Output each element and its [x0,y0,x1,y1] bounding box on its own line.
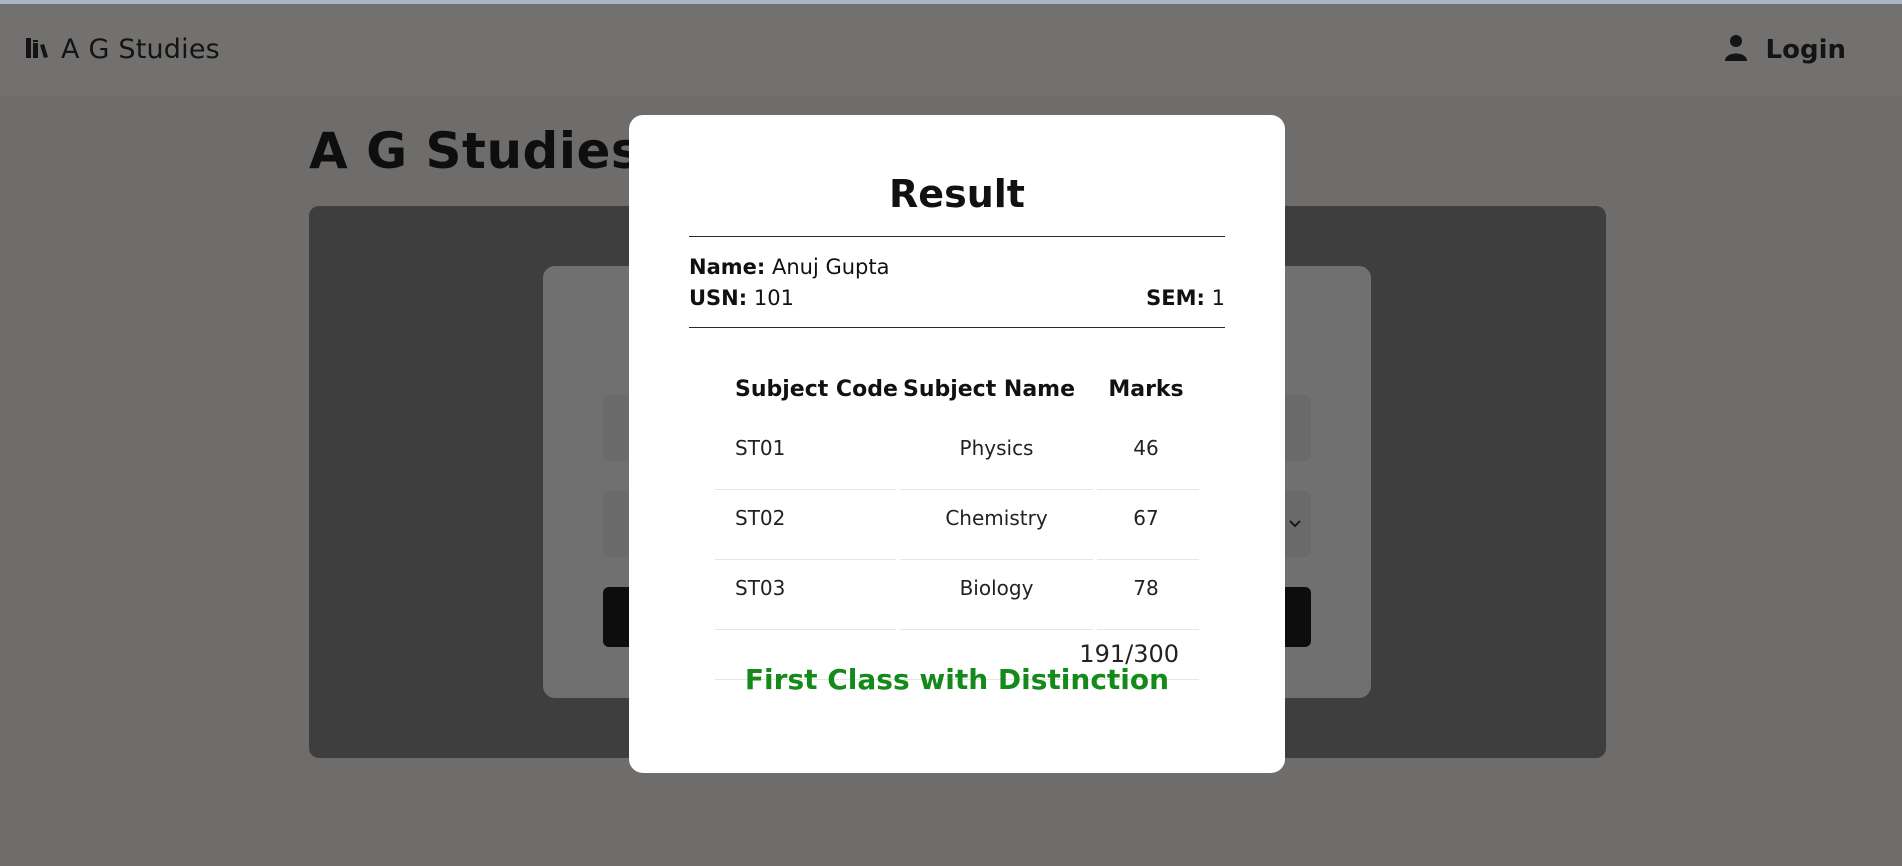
brand-text: A G Studies [61,34,220,65]
table-header: Subject Code Subject Name Marks [715,360,1199,420]
subject-name: Physics [959,436,1034,460]
subject-marks: 46 [1133,436,1159,460]
name-label: Name: [689,255,766,279]
name-value: Anuj Gupta [771,255,890,279]
student-sem: SEM: 1 [1146,286,1225,310]
table-row: ST01 Physics 46 [715,420,1199,490]
books-icon [25,36,49,64]
subject-marks: 78 [1133,576,1159,600]
student-name: Name: Anuj Gupta [689,255,889,279]
chevron-down-icon [1289,515,1301,528]
sem-label: SEM: [1146,286,1205,310]
navbar: A G Studies Login [0,4,1902,96]
divider [689,327,1225,328]
result-modal: Result Name: Anuj Gupta USN: 101 SEM: 1 … [629,115,1285,773]
student-usn: USN: 101 [689,286,794,310]
brand-link[interactable]: A G Studies [25,34,220,65]
subject-name: Chemistry [945,506,1048,530]
header-marks: Marks [1108,377,1184,402]
modal-title: Result [889,172,1025,216]
result-table: Subject Code Subject Name Marks ST01 Phy… [715,360,1199,680]
usn-value: 101 [753,286,794,310]
login-label: Login [1765,35,1846,65]
login-button[interactable]: Login [1724,34,1846,66]
subject-code: ST01 [735,436,786,460]
result-verdict: First Class with Distinction [744,663,1170,696]
subject-code: ST03 [735,576,786,600]
usn-label: USN: [689,286,748,310]
table-row: ST03 Biology 78 [715,560,1199,630]
header-subject-name: Subject Name [902,377,1076,402]
divider [689,236,1225,237]
header-subject-code: Subject Code [735,377,898,402]
page-title: A G Studies [309,122,642,180]
user-icon [1724,34,1748,66]
subject-name: Biology [959,576,1034,600]
subject-code: ST02 [735,506,786,530]
subject-marks: 67 [1133,506,1159,530]
sem-value: 1 [1211,286,1225,310]
table-row: ST02 Chemistry 67 [715,490,1199,560]
